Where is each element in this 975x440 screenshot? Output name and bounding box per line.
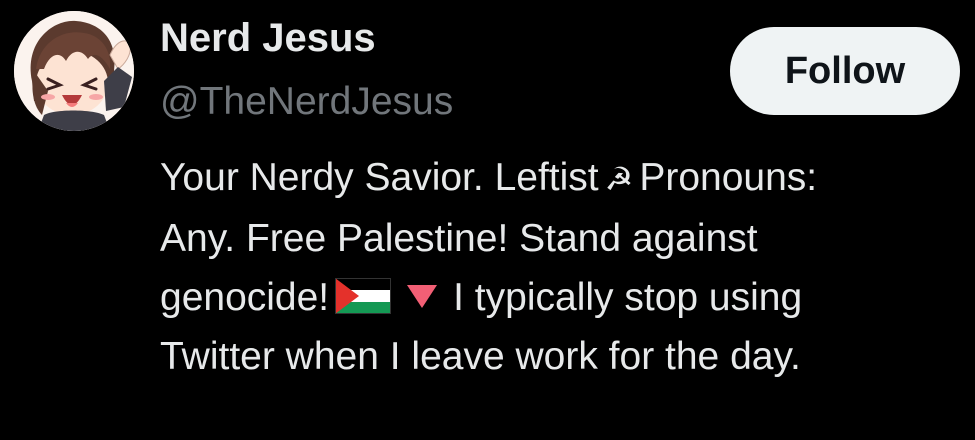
bio-line-1: Your Nerdy Savior. Leftist ☭ Pronouns: bbox=[160, 148, 960, 209]
red-triangle-down-icon bbox=[407, 284, 438, 308]
display-name[interactable]: Nerd Jesus bbox=[160, 14, 376, 62]
follow-button[interactable]: Follow bbox=[730, 27, 960, 115]
bio-line-4: Twitter when I leave work for the day. bbox=[160, 335, 801, 379]
bio-text-3b: I typically stop using bbox=[453, 276, 803, 320]
avatar[interactable] bbox=[14, 11, 134, 131]
bio-text-3a: genocide! bbox=[160, 276, 330, 320]
bio-text-1b: Pronouns: bbox=[639, 156, 818, 199]
hammer-sickle-icon: ☭ bbox=[604, 161, 634, 198]
user-handle[interactable]: @TheNerdJesus bbox=[160, 78, 453, 126]
palestine-flag-icon bbox=[335, 277, 392, 314]
avatar-image bbox=[14, 11, 134, 131]
bio-line-3: genocide! I typically stop using bbox=[160, 268, 960, 327]
bio-line-2: Any. Free Palestine! Stand against bbox=[160, 217, 758, 261]
bio-text-1: Your Nerdy Savior. Leftist bbox=[160, 156, 599, 199]
profile-card: Nerd Jesus @TheNerdJesus Follow Your Ner… bbox=[0, 0, 975, 440]
profile-bio: Your Nerdy Savior. Leftist ☭ Pronouns: Any… bbox=[160, 148, 960, 386]
